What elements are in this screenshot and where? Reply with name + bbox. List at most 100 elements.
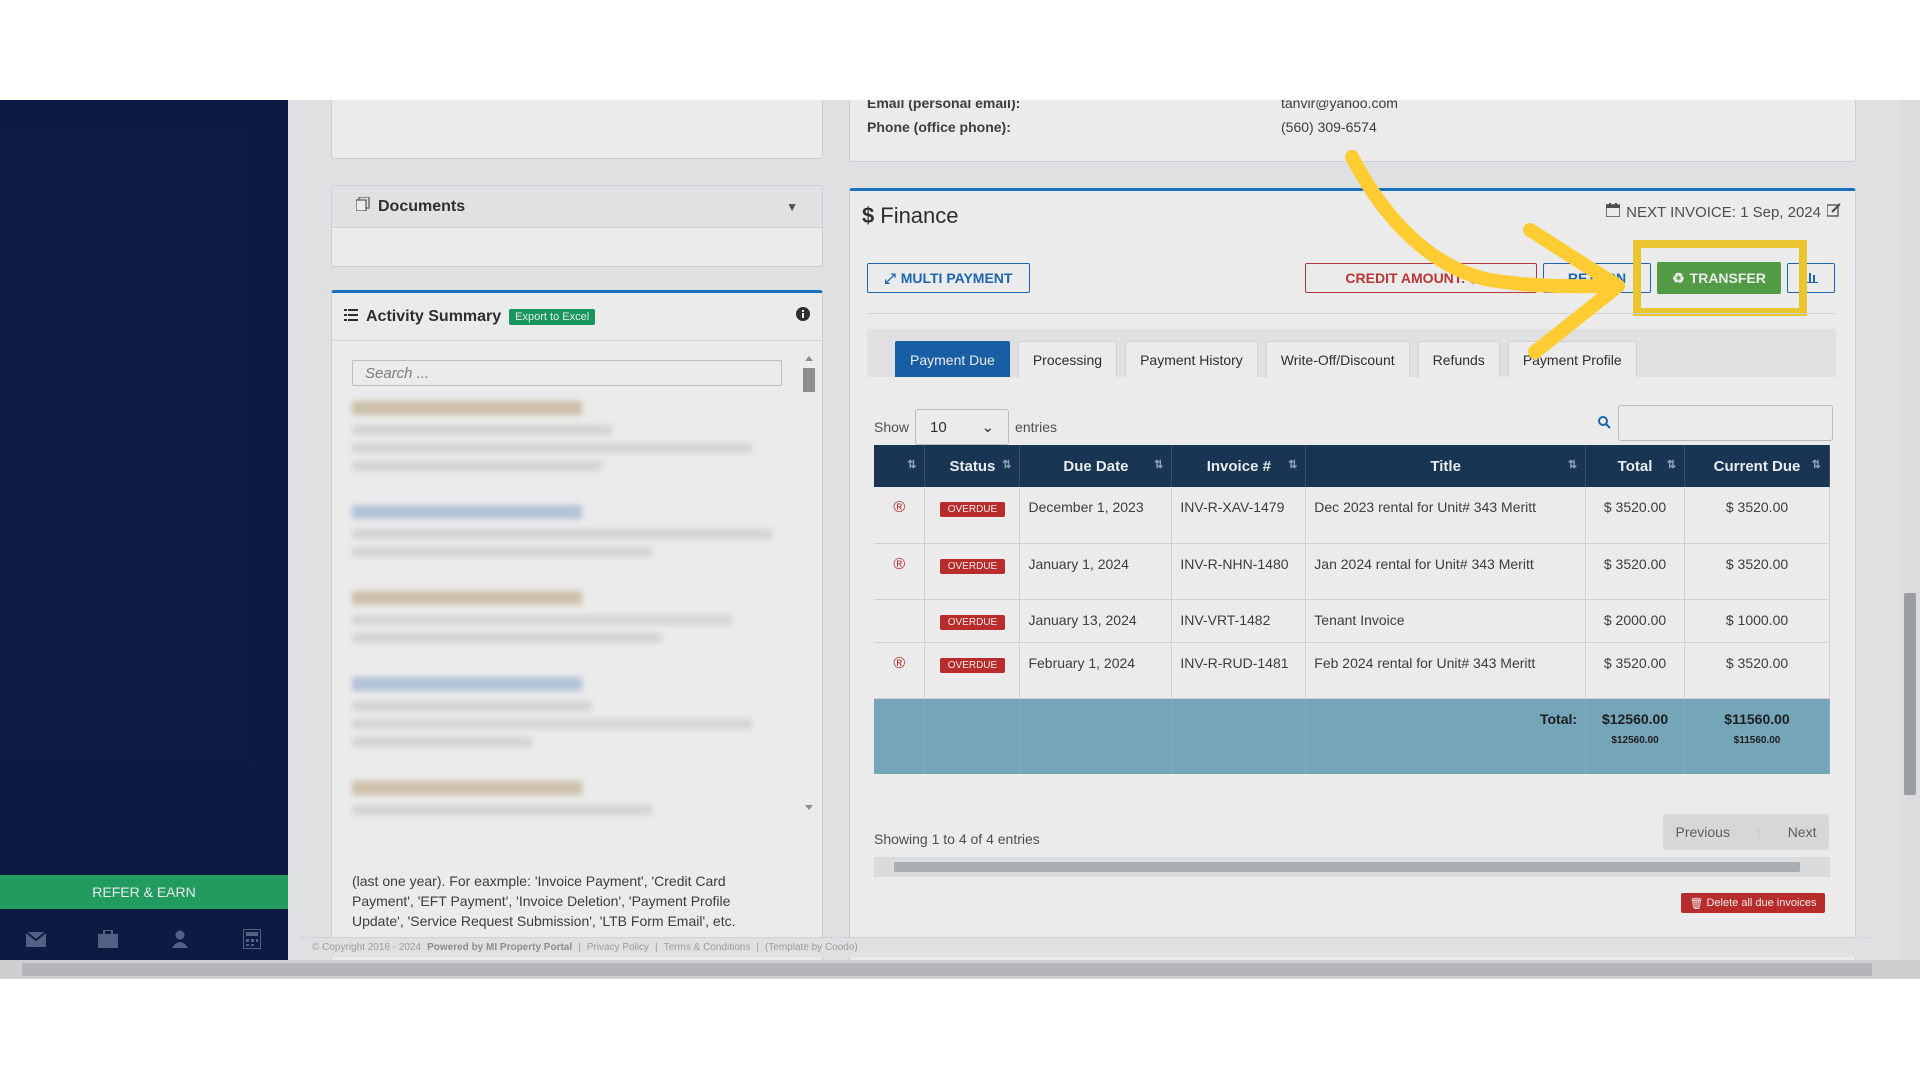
column-header-flag[interactable]: ⇅ xyxy=(874,445,926,487)
invoice-table: ⇅ Status ⇅ Due Date ⇅ Invoice # ⇅ Title ⇅ To… xyxy=(874,445,1830,774)
documents-title: Documents xyxy=(378,197,466,215)
sort-icon: ⇅ xyxy=(1567,459,1578,471)
privacy-link[interactable]: Privacy Policy xyxy=(587,942,649,953)
briefcase-icon[interactable] xyxy=(97,929,119,949)
page-footer: © Copyright 2016 - 2024 Powered by MI Pr… xyxy=(300,937,1870,957)
tab-payment-history[interactable]: Payment History xyxy=(1125,341,1258,377)
registered-icon: ® xyxy=(893,654,906,672)
row-invoice[interactable]: INV-R-XAV-1479 xyxy=(1171,487,1307,544)
row-status: OVERDUE xyxy=(924,642,1021,699)
tab-refunds[interactable]: Refunds xyxy=(1417,341,1500,377)
documents-panel: Documents ▼ xyxy=(331,185,823,267)
list-icon xyxy=(344,308,358,326)
totals-current-due-small: $11560.00 xyxy=(1733,734,1781,746)
powered-by-link[interactable]: Powered by MI Property Portal xyxy=(427,942,572,953)
terms-link[interactable]: Terms & Conditions xyxy=(664,942,751,953)
previous-button[interactable]: Previous xyxy=(1675,824,1729,840)
list-item xyxy=(352,677,782,747)
next-invoice-text: NEXT INVOICE: 1 Sep, 2024 xyxy=(1626,203,1821,221)
row-title: Feb 2024 rental for Unit# 343 Meritt xyxy=(1305,642,1587,699)
table-row[interactable]: ® OVERDUE February 1, 2024 INV-R-RUD-148… xyxy=(874,642,1830,699)
entries-select[interactable]: 10 ⌄ xyxy=(915,409,1010,445)
user-icon[interactable] xyxy=(169,929,191,949)
table-search-input[interactable] xyxy=(1618,405,1833,441)
refer-earn-button[interactable]: REFER & EARN xyxy=(0,875,288,909)
column-header-current-due[interactable]: Current Due ⇅ xyxy=(1684,445,1830,487)
pagination: Previous 1 Next xyxy=(1663,814,1829,850)
row-current-due: $ 3520.00 xyxy=(1684,642,1830,699)
table-horizontal-scrollbar[interactable] xyxy=(874,857,1830,877)
table-header-row: ⇅ Status ⇅ Due Date ⇅ Invoice # ⇅ Title ⇅ To… xyxy=(874,445,1830,487)
tab-write-off-discount[interactable]: Write-Off/Discount xyxy=(1265,341,1410,377)
template-credit: (Template by Coodo) xyxy=(764,942,858,953)
column-header-invoice[interactable]: Invoice # ⇅ xyxy=(1171,445,1307,487)
scrollbar-thumb[interactable] xyxy=(894,862,1800,872)
page-vertical-scrollbar[interactable] xyxy=(1900,100,1920,960)
row-invoice[interactable]: INV-R-NHN-1480 xyxy=(1171,543,1307,600)
entries-label: entries xyxy=(1015,419,1058,435)
row-title: Dec 2023 rental for Unit# 343 Meritt xyxy=(1305,487,1587,544)
expand-icon: ⤢ xyxy=(884,269,896,286)
row-flag: ® xyxy=(874,543,926,600)
info-panel-left xyxy=(331,100,823,159)
edit-icon[interactable] xyxy=(1826,203,1841,221)
column-header-status[interactable]: Status ⇅ xyxy=(924,445,1021,487)
row-flag: ® xyxy=(874,642,926,699)
scrollbar-thumb[interactable] xyxy=(1904,593,1916,795)
tab-payment-profile[interactable]: Payment Profile xyxy=(1507,341,1637,377)
tab-payment-due[interactable]: Payment Due xyxy=(895,341,1010,377)
phone-label: Phone (office phone): xyxy=(867,119,1011,135)
chevron-down-icon: ⌄ xyxy=(981,419,995,436)
list-item xyxy=(352,591,782,643)
page-number[interactable]: 1 xyxy=(1755,824,1763,840)
entries-control: Show 10 ⌄ entries xyxy=(874,409,1057,445)
activity-list xyxy=(352,401,782,831)
row-current-due: $ 3520.00 xyxy=(1684,543,1830,600)
activity-search-input[interactable]: Search ... xyxy=(352,360,782,386)
trash-icon: 🗑 xyxy=(1689,897,1707,910)
totals-label: Total: xyxy=(1305,698,1587,774)
delete-all-due-button[interactable]: 🗑 Delete all due invoices xyxy=(1681,893,1825,913)
row-due-date: January 1, 2024 xyxy=(1019,543,1173,600)
search-icon xyxy=(1598,416,1611,434)
row-current-due: $ 3520.00 xyxy=(1684,487,1830,544)
mail-icon[interactable] xyxy=(25,929,47,949)
row-title: Tenant Invoice xyxy=(1305,599,1587,643)
activity-description: (last one year). For eaxmple: 'Invoice P… xyxy=(352,873,736,929)
next-button[interactable]: Next xyxy=(1788,824,1817,840)
totals-current-due-value: $11560.00 xyxy=(1724,710,1790,727)
column-header-due-date[interactable]: Due Date ⇅ xyxy=(1019,445,1173,487)
scrollbar-thumb[interactable] xyxy=(22,963,1872,976)
export-excel-button[interactable]: Export to Excel xyxy=(509,308,596,325)
totals-row: Total: $12560.00 $12560.00 $11560.00 $11… xyxy=(874,698,1830,774)
tab-processing[interactable]: Processing xyxy=(1017,341,1118,377)
entries-value: 10 xyxy=(930,418,947,436)
row-total: $ 3520.00 xyxy=(1585,543,1686,600)
column-header-title[interactable]: Title ⇅ xyxy=(1305,445,1587,487)
calculator-icon[interactable] xyxy=(241,929,263,949)
copyright-text: © Copyright 2016 - 2024 xyxy=(312,942,422,953)
row-invoice[interactable]: INV-R-RUD-1481 xyxy=(1171,642,1307,699)
credit-amount-button[interactable]: CREDIT AMOUNT: $2... xyxy=(1305,263,1537,293)
activity-scrollbar[interactable] xyxy=(802,353,816,813)
table-row[interactable]: ® OVERDUE January 1, 2024 INV-R-NHN-1480… xyxy=(874,543,1830,600)
table-row[interactable]: ® OVERDUE December 1, 2023 INV-R-XAV-147… xyxy=(874,487,1830,544)
row-due-date: February 1, 2024 xyxy=(1019,642,1173,699)
multi-payment-button[interactable]: ⤢ MULTI PAYMENT xyxy=(867,263,1030,293)
row-invoice[interactable]: INV-VRT-1482 xyxy=(1171,599,1307,643)
documents-header[interactable]: Documents ▼ xyxy=(332,186,822,228)
show-label: Show xyxy=(874,419,910,435)
status-badge: OVERDUE xyxy=(939,614,1006,630)
email-value: tanvir@yahoo.com xyxy=(1281,100,1398,111)
column-header-total[interactable]: Total ⇅ xyxy=(1585,445,1686,487)
sort-icon: ⇅ xyxy=(907,459,917,471)
totals-total-small: $12560.00 xyxy=(1611,734,1659,746)
page-horizontal-scrollbar[interactable] xyxy=(0,960,1920,979)
table-row[interactable]: OVERDUE January 13, 2024 INV-VRT-1482 Te… xyxy=(874,599,1830,643)
contact-info-panel: Email (personal email): tanvir@yahoo.com… xyxy=(849,100,1856,162)
sort-icon: ⇅ xyxy=(1154,459,1164,471)
transfer-highlight-box xyxy=(1633,240,1807,316)
status-badge: OVERDUE xyxy=(939,657,1006,673)
info-icon[interactable] xyxy=(796,307,810,326)
caret-down-icon[interactable]: ▼ xyxy=(786,200,798,214)
